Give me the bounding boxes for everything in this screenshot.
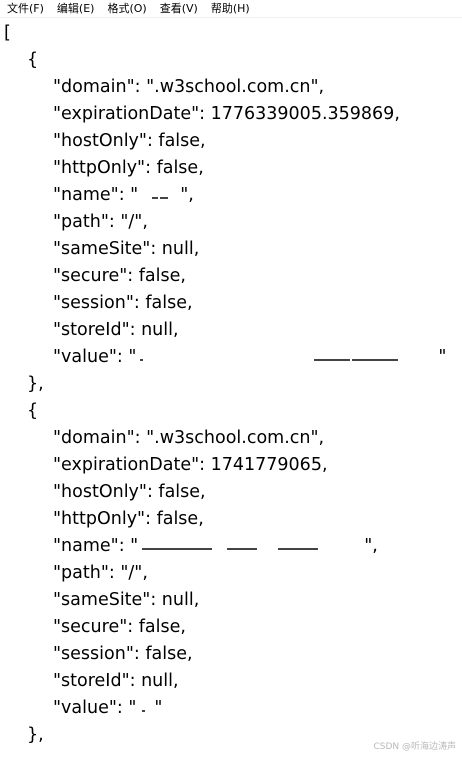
open-array-bracket: [	[4, 23, 11, 43]
menu-help[interactable]: 帮助(H)	[204, 0, 256, 17]
csdn-watermark: CSDN @听海边涛声	[373, 742, 456, 752]
record-2-store-id: "storeId": null,	[53, 671, 179, 691]
record-2-close-brace: },	[27, 725, 44, 745]
record-2-secure: "secure": false,	[53, 617, 186, 637]
record-1-name-line: "name": " ",	[53, 182, 194, 209]
record-1-name-redaction	[138, 185, 181, 205]
record-2-session: "session": false,	[53, 644, 193, 664]
record-1-path: "path": "/",	[53, 212, 148, 232]
record-2-name-tail: ",	[364, 536, 378, 556]
record-2-value-line: "value": " "	[53, 695, 162, 722]
record-2-name-key: "name": "	[53, 536, 139, 556]
record-1-open-brace: {	[27, 50, 39, 70]
record-1-expiration-date: "expirationDate": 1776339005.359869,	[53, 104, 400, 124]
record-1-value-key: "value": "	[53, 347, 137, 367]
record-2-name-line: "name": " ",	[53, 533, 378, 560]
record-2-expiration-date: "expirationDate": 1741779065,	[53, 455, 328, 475]
menu-edit[interactable]: 编辑(E)	[50, 0, 101, 17]
record-1-same-site: "sameSite": null,	[53, 239, 200, 259]
record-2-host-only: "hostOnly": false,	[53, 482, 206, 502]
record-2-name-redaction	[138, 536, 365, 556]
record-1-http-only: "httpOnly": false,	[53, 158, 204, 178]
record-2-value-key: "value": "	[53, 698, 137, 718]
menu-format[interactable]: 格式(O)	[100, 0, 152, 17]
record-1-value-line: "value": " "	[53, 344, 446, 371]
record-2-domain: "domain": ".w3school.com.cn",	[53, 428, 325, 448]
record-1-host-only: "hostOnly": false,	[53, 131, 206, 151]
record-1-store-id: "storeId": null,	[53, 320, 179, 340]
record-1-value-tail: "	[438, 347, 447, 367]
record-1-name-tail: ",	[180, 185, 194, 205]
record-2-value-redaction	[136, 698, 155, 718]
menu-file[interactable]: 文件(F)	[0, 0, 50, 17]
record-2-http-only: "httpOnly": false,	[53, 509, 204, 529]
record-2-open-brace: {	[27, 401, 39, 421]
menu-view[interactable]: 查看(V)	[153, 0, 204, 17]
record-1-value-redaction	[136, 347, 439, 367]
record-2-path: "path": "/",	[53, 563, 148, 583]
record-1-domain: "domain": ".w3school.com.cn",	[53, 77, 325, 97]
record-1-close-brace: },	[27, 374, 44, 394]
text-editor-area[interactable]: [ { "domain": ".w3school.com.cn", "expir…	[0, 18, 462, 758]
record-1-session: "session": false,	[53, 293, 193, 313]
menu-bar: 文件(F) 编辑(E) 格式(O) 查看(V) 帮助(H)	[0, 0, 462, 18]
record-2-same-site: "sameSite": null,	[53, 590, 200, 610]
record-1-secure: "secure": false,	[53, 266, 186, 286]
record-2-value-tail: "	[154, 698, 163, 718]
record-1-name-key: "name": "	[53, 185, 139, 205]
